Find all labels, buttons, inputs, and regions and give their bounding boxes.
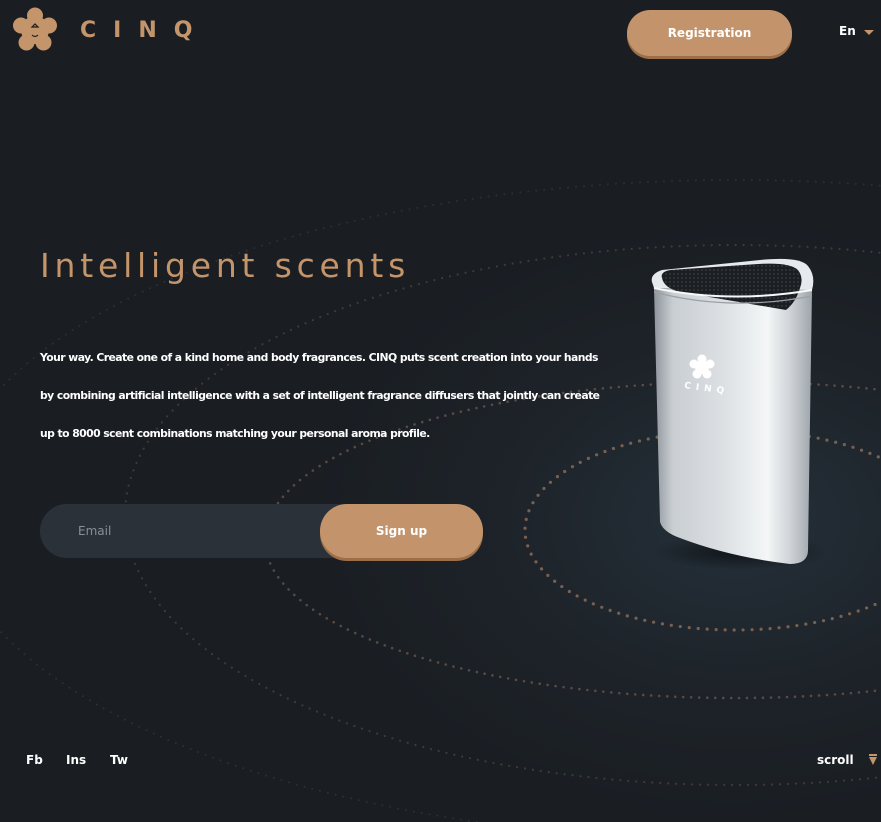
signup-form: Sign up [40, 504, 483, 558]
email-input[interactable] [40, 504, 320, 558]
language-label: En [839, 24, 856, 38]
social-link-twitter[interactable]: Tw [110, 753, 128, 767]
registration-button[interactable]: Registration [627, 10, 792, 56]
language-selector[interactable]: En [839, 24, 874, 38]
social-link-instagram[interactable]: Ins [66, 753, 86, 767]
scroll-indicator[interactable]: scroll [817, 753, 878, 767]
brand-logo[interactable]: CINQ [12, 7, 209, 53]
caret-down-icon [863, 29, 874, 35]
flower-logo-icon [13, 7, 57, 51]
brand-name: CINQ [80, 17, 210, 43]
social-link-facebook[interactable]: Fb [26, 753, 43, 767]
scroll-down-icon [868, 754, 877, 765]
diffuser-device-image: CINQ [651, 258, 828, 570]
scroll-label: scroll [817, 753, 854, 767]
signup-button[interactable]: Sign up [320, 504, 483, 558]
hero-description: Your way. Create one of a kind home and … [40, 351, 600, 440]
hero-headline: Intelligent scents [40, 246, 411, 285]
